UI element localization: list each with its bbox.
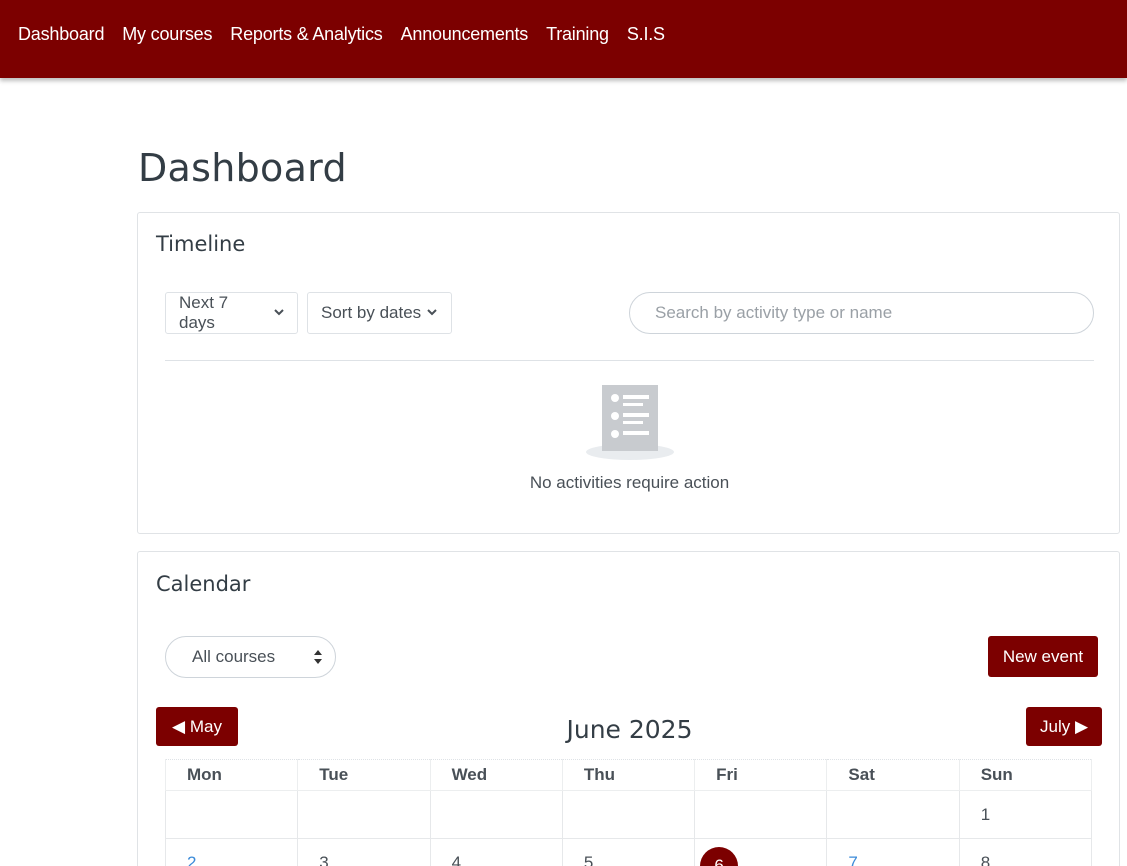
calendar-day-cell[interactable]: 1 (958, 790, 1093, 839)
weekday-header: Sun (958, 759, 1093, 791)
nav-reports-analytics[interactable]: Reports & Analytics (230, 22, 382, 46)
weekday-header: Wed (429, 759, 563, 791)
calendar-day-cell[interactable] (826, 790, 960, 839)
calendar-day-cell[interactable] (164, 790, 299, 839)
calendar-week-row: 1 (164, 790, 1093, 839)
nav-sis[interactable]: S.I.S (627, 22, 665, 46)
calendar-day-cell[interactable]: 7 (826, 838, 960, 866)
chevron-down-icon (427, 307, 437, 319)
weekday-header-row: Mon Tue Wed Thu Fri Sat Sun (164, 759, 1093, 791)
course-filter-value: All courses (192, 647, 276, 666)
top-navbar: Dashboard My courses Reports & Analytics… (0, 0, 1127, 78)
new-event-button[interactable]: New event (988, 636, 1098, 677)
timeline-sort-dropdown[interactable]: Sort by dates (307, 292, 452, 334)
weekday-header: Sat (826, 759, 960, 791)
calendar-day-cell[interactable] (429, 790, 563, 839)
next-month-button[interactable]: July ▶ (1026, 707, 1102, 746)
calendar-day-cell[interactable]: 2 (164, 838, 299, 866)
calendar-day-cell[interactable]: 3 (297, 838, 431, 866)
timeline-empty-message: No activities require action (529, 473, 730, 492)
divider (165, 360, 1094, 361)
weekday-header: Mon (164, 759, 299, 791)
timeline-range-label: Next 7 days (179, 293, 229, 332)
weekday-header: Fri (694, 759, 828, 791)
timeline-block: Timeline Next 7 days Sort by dates Searc… (137, 212, 1120, 534)
calendar-day-cell-today[interactable]: 6 (694, 838, 828, 866)
calendar-block: Calendar All courses New event ◀ May Jun… (137, 551, 1120, 866)
calendar-day-cell[interactable] (297, 790, 431, 839)
timeline-range-dropdown[interactable]: Next 7 days (165, 292, 298, 334)
checklist-icon (586, 385, 674, 460)
page-title: Dashboard (138, 146, 347, 190)
calendar-day-cell[interactable]: 8 (958, 838, 1093, 866)
chevron-down-icon (274, 307, 284, 319)
calendar-week-row: 2 3 4 5 6 7 8 (164, 838, 1093, 866)
timeline-sort-label: Sort by dates (321, 303, 422, 322)
calendar-month-title: June 2025 (566, 715, 693, 744)
calendar-grid: Mon Tue Wed Thu Fri Sat Sun 1 2 3 4 5 6 … (164, 759, 1093, 866)
calendar-day-cell[interactable]: 4 (429, 838, 563, 866)
timeline-title: Timeline (156, 232, 246, 256)
nav-my-courses[interactable]: My courses (122, 22, 212, 46)
weekday-header: Thu (561, 759, 696, 791)
select-arrows-icon (313, 649, 323, 665)
nav-dashboard[interactable]: Dashboard (18, 22, 104, 46)
weekday-header: Tue (297, 759, 431, 791)
today-marker: 6 (700, 846, 739, 866)
timeline-search-input[interactable]: Search by activity type or name (629, 292, 1094, 334)
calendar-day-cell[interactable] (561, 790, 696, 839)
calendar-day-cell[interactable]: 5 (561, 838, 696, 866)
nav-announcements[interactable]: Announcements (401, 22, 529, 46)
course-filter-select[interactable]: All courses (165, 636, 336, 678)
calendar-title: Calendar (156, 572, 251, 596)
nav-training[interactable]: Training (546, 22, 609, 46)
calendar-day-cell[interactable] (694, 790, 828, 839)
timeline-search-placeholder: Search by activity type or name (655, 303, 893, 322)
